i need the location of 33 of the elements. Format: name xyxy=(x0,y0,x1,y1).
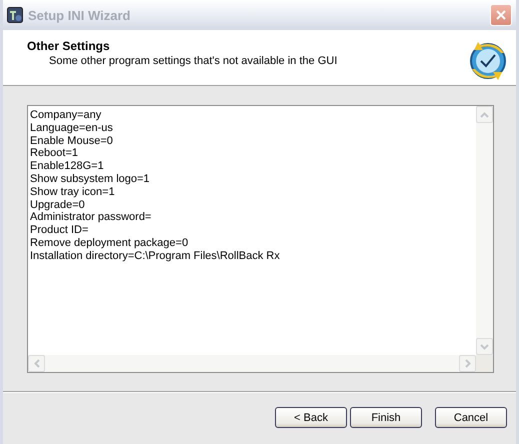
text-line: Installation directory=C:\Program Files\RollBack Rx xyxy=(30,250,281,263)
chevron-up-icon xyxy=(480,112,489,118)
text-line: Reboot=1 xyxy=(30,147,80,160)
text-line: Show subsystem logo=1 xyxy=(30,172,151,186)
text-line: Remove deployment package=0 xyxy=(30,236,190,250)
text-line: Language=en-us xyxy=(30,122,114,135)
back-button[interactable]: < Back xyxy=(275,407,347,428)
chevron-left-icon xyxy=(34,359,40,368)
vertical-scrollbar[interactable] xyxy=(476,106,493,355)
page-title: Other Settings xyxy=(27,39,111,53)
chevron-right-icon xyxy=(464,359,470,368)
text-line: Administrator password= xyxy=(30,211,152,224)
window-title: Setup INI Wizard xyxy=(28,8,132,22)
text-line: Upgrade=0 xyxy=(30,198,86,212)
app-icon xyxy=(7,7,23,23)
text-line: Enable128G=1 xyxy=(30,160,105,173)
scroll-down-button[interactable] xyxy=(476,338,493,355)
close-icon xyxy=(495,9,507,21)
text-line: Company=any xyxy=(30,109,102,122)
text-line: Enable Mouse=0 xyxy=(30,134,114,148)
chevron-down-icon xyxy=(480,344,489,350)
text-line: Product ID= xyxy=(30,224,90,237)
close-button[interactable] xyxy=(490,4,512,26)
scroll-left-button[interactable] xyxy=(28,355,45,372)
scroll-right-button[interactable] xyxy=(459,355,476,372)
text-line: Show tray icon=1 xyxy=(30,186,116,199)
scrollbar-corner xyxy=(476,355,493,372)
finish-button[interactable]: Finish xyxy=(350,407,422,428)
horizontal-scrollbar[interactable] xyxy=(28,355,476,372)
page-subtitle: Some other program settings that's not available in the GUI xyxy=(48,55,338,67)
text-area[interactable] xyxy=(27,105,494,373)
cancel-button[interactable]: Cancel xyxy=(435,407,507,428)
scroll-up-button[interactable] xyxy=(476,106,493,123)
